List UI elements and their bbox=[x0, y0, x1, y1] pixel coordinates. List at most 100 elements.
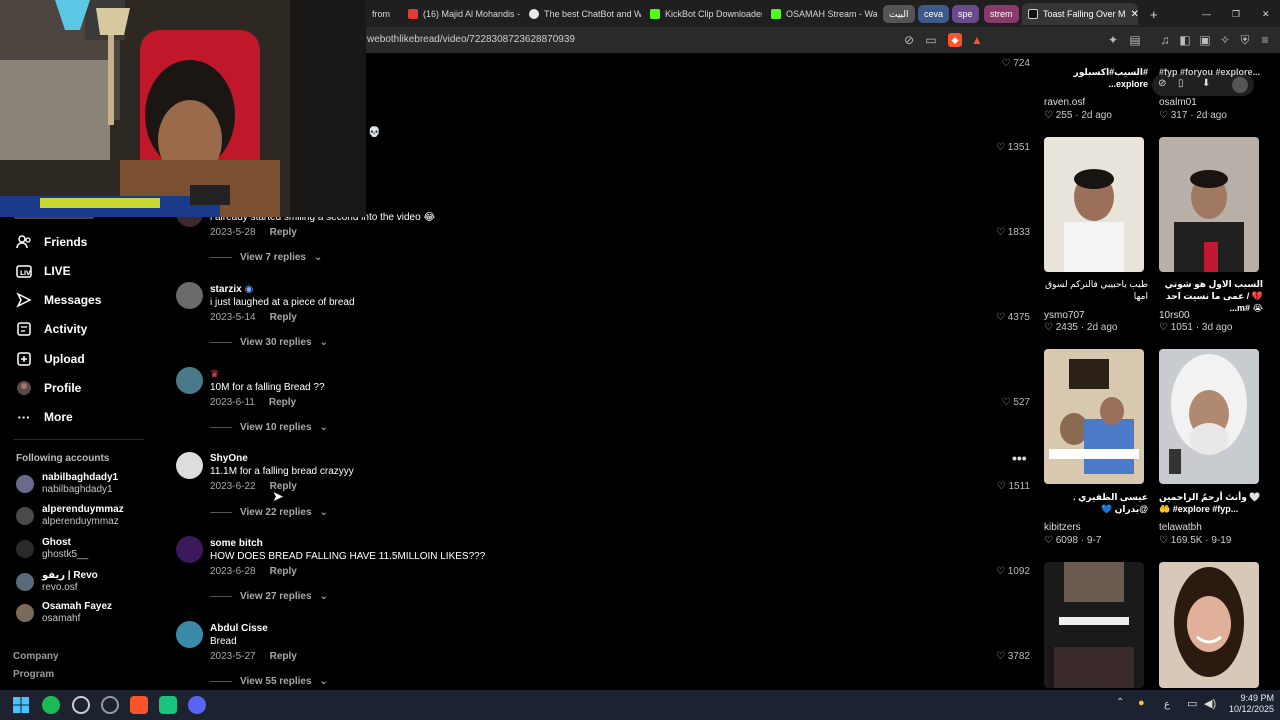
close-window-button[interactable]: ✕ bbox=[1256, 3, 1272, 25]
footer-link-company[interactable]: Company bbox=[13, 651, 59, 662]
reply-button[interactable]: Reply bbox=[269, 397, 296, 408]
mute-icon[interactable]: ⊘ bbox=[902, 33, 916, 47]
minimize-button[interactable]: — bbox=[1196, 3, 1212, 25]
reply-button[interactable]: Reply bbox=[270, 651, 297, 662]
avatar[interactable] bbox=[176, 621, 203, 648]
video-caption[interactable]: طيب ياحبيبي فالنركم لسوق امها bbox=[1044, 278, 1148, 302]
comment-author[interactable]: ♛ bbox=[210, 369, 219, 380]
link-icon[interactable]: ⊘ bbox=[1158, 78, 1166, 89]
discord-icon[interactable] bbox=[188, 696, 206, 714]
tab-4[interactable]: OSAMAH Stream - Watc bbox=[765, 3, 877, 25]
music-icon[interactable]: ♫ bbox=[1158, 33, 1172, 47]
tab-group-3[interactable]: strem bbox=[984, 5, 1019, 23]
brave-shield-icon[interactable]: ◆ bbox=[948, 33, 962, 47]
tab-2[interactable]: The best ChatBot and W bbox=[523, 3, 641, 25]
tab-0[interactable]: from bbox=[366, 3, 406, 25]
sidebar-item-profile[interactable]: Profile bbox=[16, 380, 81, 396]
close-tab-icon[interactable]: ✕ bbox=[1131, 9, 1138, 20]
avatar[interactable] bbox=[176, 282, 203, 309]
like-count[interactable]: ♡ 1833 bbox=[990, 227, 1030, 238]
reply-button[interactable]: Reply bbox=[270, 312, 297, 323]
app-icon[interactable] bbox=[159, 696, 177, 714]
video-username[interactable]: osalm01 bbox=[1159, 97, 1197, 108]
download-icon[interactable]: ⬇ bbox=[1202, 78, 1210, 89]
sidebar-item-friends[interactable]: Friends bbox=[16, 234, 87, 250]
vpn-icon[interactable]: ⛨ bbox=[1238, 33, 1252, 47]
tab-active[interactable]: Toast Falling Over M ✕ bbox=[1022, 3, 1138, 25]
video-caption[interactable]: وأنتَ أرحمُ الراحمين 🤍🤲 #explore #fyp... bbox=[1159, 491, 1263, 515]
view-replies-button[interactable]: View 7 replies ⌄ bbox=[210, 252, 322, 263]
phone-icon[interactable]: ▯ bbox=[1178, 78, 1184, 89]
obs-icon[interactable] bbox=[72, 696, 90, 714]
spotify-icon[interactable] bbox=[42, 696, 60, 714]
url-input[interactable]: webothlikebread/video/722830872362887093… bbox=[367, 34, 575, 45]
chevron-up-icon[interactable]: ⌃ bbox=[1116, 697, 1124, 708]
microphone-icon[interactable]: ● bbox=[1138, 697, 1145, 709]
like-count[interactable]: ♡ 527 bbox=[990, 397, 1030, 408]
video-thumbnail[interactable] bbox=[1044, 349, 1144, 484]
more-options-icon[interactable]: ••• bbox=[1012, 450, 1027, 466]
sidebar-item-upload[interactable]: Upload bbox=[16, 351, 85, 367]
video-caption[interactable]: عيسى الظفيري . @بدران 💙 bbox=[1044, 491, 1148, 515]
view-replies-button[interactable]: View 10 replies ⌄ bbox=[210, 422, 328, 433]
network-icon[interactable]: ▭ bbox=[1187, 697, 1197, 710]
following-account[interactable]: alperenduymmaz alperenduymmaz bbox=[16, 504, 124, 528]
video-username[interactable]: kibitzers bbox=[1044, 522, 1081, 533]
following-account[interactable]: Osamah Fayez osamahf bbox=[16, 601, 112, 625]
like-count[interactable]: ♡ 1351 bbox=[990, 142, 1030, 153]
view-replies-button[interactable]: View 55 replies ⌄ bbox=[210, 676, 328, 687]
view-replies-button[interactable]: View 27 replies ⌄ bbox=[210, 591, 328, 602]
sidebar-item-live[interactable]: LIV LIVE bbox=[16, 263, 71, 279]
video-caption[interactable]: #السيب#اكسبلور explore... bbox=[1044, 66, 1148, 90]
avatar[interactable] bbox=[176, 367, 203, 394]
sidebar-item-more[interactable]: ··· More bbox=[16, 409, 73, 425]
extensions-icon[interactable]: ✦ bbox=[1106, 33, 1120, 47]
view-replies-button[interactable]: View 30 replies ⌄ bbox=[210, 337, 328, 348]
like-count[interactable]: ♡ 724 bbox=[990, 58, 1030, 69]
video-thumbnail[interactable] bbox=[1159, 349, 1259, 484]
windows-start-icon[interactable] bbox=[12, 696, 30, 714]
sidebar-item-messages[interactable]: Messages bbox=[16, 292, 101, 308]
reader-icon[interactable]: ▤ bbox=[1128, 33, 1142, 47]
view-replies-button[interactable]: View 22 replies ⌄ bbox=[210, 507, 328, 518]
volume-icon[interactable]: ◀) bbox=[1204, 697, 1216, 710]
reply-button[interactable]: Reply bbox=[270, 566, 297, 577]
comment-author[interactable]: Abdul Cisse bbox=[210, 623, 268, 634]
following-account[interactable]: nabilbaghdady1 nabilbaghdady1 bbox=[16, 472, 118, 496]
sidebar-toggle-icon[interactable]: ◧ bbox=[1178, 33, 1192, 47]
reply-button[interactable]: Reply bbox=[270, 227, 297, 238]
language-indicator[interactable]: ع bbox=[1164, 699, 1170, 710]
video-username[interactable]: telawatbh bbox=[1159, 522, 1202, 533]
brave-icon[interactable] bbox=[130, 696, 148, 714]
avatar[interactable] bbox=[176, 452, 203, 479]
following-account[interactable]: Ghost ghostk5__ bbox=[16, 537, 88, 561]
new-tab-button[interactable]: + bbox=[1144, 3, 1160, 25]
video-username[interactable]: ysmo707 bbox=[1044, 310, 1085, 321]
following-account[interactable]: ريفو | Revo revo.osf bbox=[16, 570, 98, 594]
tab-3[interactable]: KickBot Clip Downloader bbox=[644, 3, 762, 25]
maximize-button[interactable]: ❐ bbox=[1226, 3, 1242, 25]
video-caption[interactable]: #fyp #foryou #explore... bbox=[1159, 66, 1263, 78]
video-thumbnail[interactable] bbox=[1159, 562, 1259, 688]
leo-icon[interactable]: ✧ bbox=[1218, 33, 1232, 47]
tab-group-1[interactable]: ceva bbox=[918, 5, 950, 23]
like-count[interactable]: ♡ 1511 bbox=[990, 481, 1030, 492]
video-thumbnail[interactable] bbox=[1159, 137, 1259, 272]
comment-author[interactable]: some bitch bbox=[210, 538, 263, 549]
video-thumbnail[interactable] bbox=[1044, 562, 1144, 688]
like-count[interactable]: ♡ 3782 bbox=[990, 651, 1030, 662]
footer-link-program[interactable]: Program bbox=[13, 669, 54, 680]
avatar[interactable] bbox=[1232, 77, 1248, 93]
sidebar-item-activity[interactable]: Activity bbox=[16, 321, 87, 337]
cast-icon[interactable]: ▭ bbox=[924, 33, 938, 47]
comment-author[interactable]: starzix ◉ bbox=[210, 284, 253, 295]
tab-group-0[interactable]: البيت bbox=[883, 5, 915, 23]
like-count[interactable]: ♡ 1092 bbox=[990, 566, 1030, 577]
tab-1[interactable]: (16) Majid Al Mohandis - bbox=[402, 3, 520, 25]
video-username[interactable]: 10rs00 bbox=[1159, 310, 1190, 321]
video-username[interactable]: raven.osf bbox=[1044, 97, 1085, 108]
like-count[interactable]: ♡ 4375 bbox=[990, 312, 1030, 323]
clock[interactable]: 9:49 PM 10/12/2025 bbox=[1224, 693, 1274, 715]
menu-icon[interactable]: ≡ bbox=[1258, 33, 1272, 47]
comment-author[interactable]: ShyOne bbox=[210, 453, 248, 464]
